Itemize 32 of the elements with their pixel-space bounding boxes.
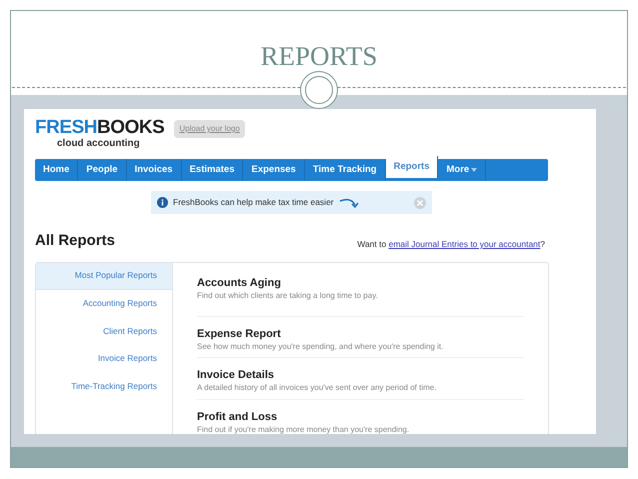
nav-tab[interactable]: Expenses [243, 159, 305, 181]
nav-tab[interactable]: Home [35, 159, 78, 181]
report-description: Find out which clients are taking a long time to pay. [197, 290, 379, 300]
nav-tab[interactable]: Invoices [126, 159, 182, 181]
sidebar-item[interactable]: Time-Tracking Reports [36, 372, 172, 400]
report-title[interactable]: Invoice Details [197, 368, 524, 382]
slide-title: REPORTS [260, 40, 378, 73]
nav-tab[interactable]: Reports [386, 156, 438, 178]
report-description: Find out if you're making more money than you're spending. [197, 424, 410, 434]
logo-tagline: cloud accounting [56, 138, 141, 148]
report-title[interactable]: Profit and Loss [197, 410, 524, 424]
curved-arrow-icon [338, 196, 361, 208]
caret-icon [471, 168, 478, 172]
logo-wordmark: FRESHBOOKS [35, 118, 164, 138]
email-journal-link[interactable]: email Journal Entries to your accountant [388, 238, 540, 249]
nav-tab[interactable]: Estimates [182, 159, 244, 181]
report-title[interactable]: Accounts Aging [197, 276, 524, 290]
report-description: A detailed history of all invoices you've sent over any period of time. [197, 382, 438, 394]
close-icon[interactable] [414, 196, 426, 208]
upload-logo-link[interactable]: Upload your logo [174, 120, 245, 138]
sidebar-item[interactable]: Client Reports [36, 318, 172, 345]
report-description: See how much money you're spending, and where you're spending it. [197, 340, 444, 352]
report-title[interactable]: Expense Report [197, 326, 524, 341]
info-icon [157, 197, 168, 208]
page-heading: All Reports [35, 231, 116, 251]
banner-text: FreshBooks can help make tax time easier [173, 196, 334, 209]
nav-tab[interactable]: More [438, 159, 486, 181]
email-prompt: Want to email Journal Entries to your accountant? [357, 238, 545, 250]
sidebar-item[interactable]: Accounting Reports [36, 290, 172, 318]
sidebar-item[interactable]: Invoice Reports [36, 345, 172, 372]
nav-tab[interactable]: People [78, 159, 127, 181]
sidebar-item[interactable]: Most Popular Reports [36, 262, 172, 290]
